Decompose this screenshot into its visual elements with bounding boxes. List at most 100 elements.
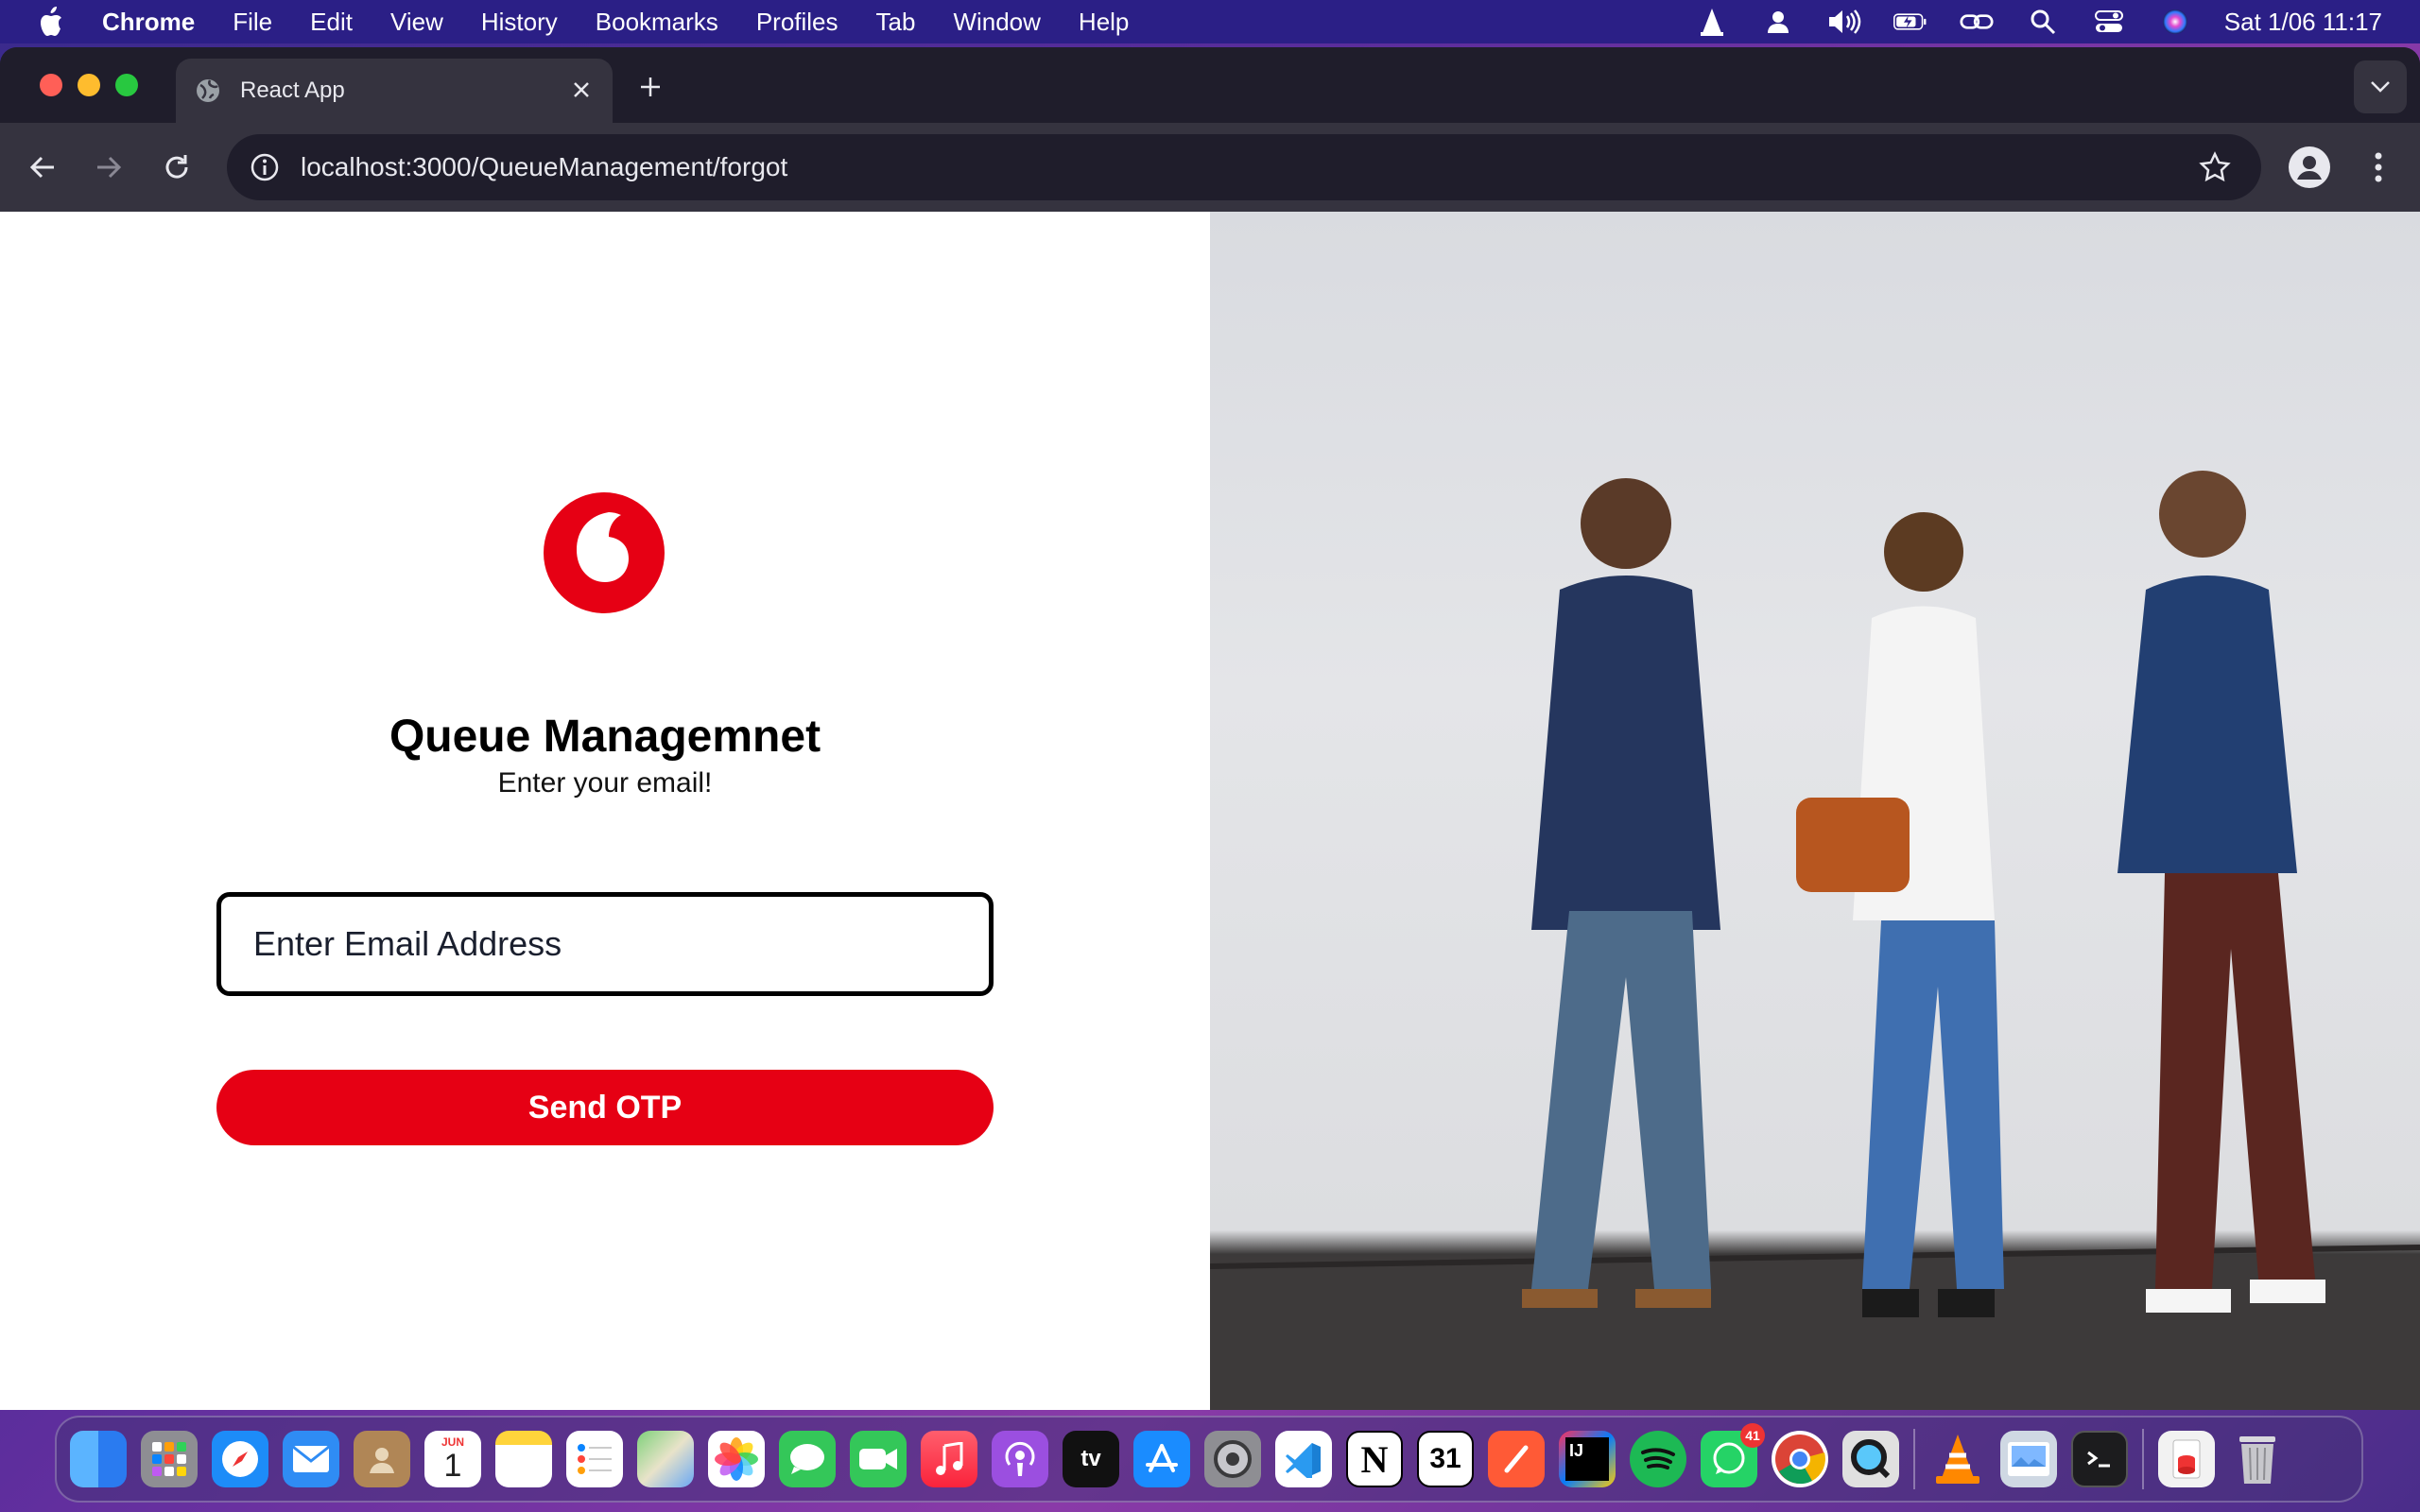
notion-calendar-day: 31 bbox=[1429, 1443, 1461, 1474]
new-tab-button[interactable] bbox=[631, 68, 669, 106]
send-otp-button[interactable]: Send OTP bbox=[216, 1070, 994, 1145]
maps-icon[interactable] bbox=[637, 1431, 694, 1487]
apple-menu-icon[interactable] bbox=[34, 6, 66, 38]
page-title: Queue Managemnet bbox=[389, 712, 821, 762]
plus-icon bbox=[641, 77, 660, 96]
hero-image bbox=[1210, 212, 2420, 1410]
calendar-month: JUN bbox=[441, 1435, 464, 1449]
reload-button[interactable] bbox=[155, 146, 199, 189]
preview-icon[interactable] bbox=[2000, 1431, 2057, 1487]
tab-search-button[interactable] bbox=[2354, 60, 2407, 113]
paw-icon[interactable] bbox=[1488, 1431, 1545, 1487]
trash-icon[interactable] bbox=[2229, 1431, 2286, 1487]
vlc-status-icon[interactable] bbox=[1695, 8, 1729, 36]
forward-button[interactable] bbox=[87, 146, 130, 189]
notion-calendar-icon[interactable]: 31 bbox=[1417, 1431, 1474, 1487]
dock-separator-2 bbox=[2142, 1429, 2144, 1489]
calendar-day: 1 bbox=[443, 1448, 462, 1484]
login-panel: Queue Managemnet Enter your email! Send … bbox=[0, 212, 1210, 1410]
back-button[interactable] bbox=[21, 146, 64, 189]
people-queue-illustration bbox=[1210, 471, 2420, 1410]
quicktime-icon[interactable] bbox=[1842, 1431, 1899, 1487]
tab-title: React App bbox=[240, 77, 345, 103]
photos-icon[interactable] bbox=[708, 1431, 765, 1487]
vlc-icon[interactable] bbox=[1929, 1431, 1986, 1487]
bookmark-star-icon[interactable] bbox=[2199, 151, 2231, 183]
browser-window: React App localhost:3000/QueueManagement… bbox=[0, 47, 2420, 1410]
close-tab-icon[interactable] bbox=[567, 76, 596, 104]
vscode-icon[interactable] bbox=[1275, 1431, 1332, 1487]
menu-tab[interactable]: Tab bbox=[876, 8, 916, 37]
menu-app-name[interactable]: Chrome bbox=[102, 8, 195, 37]
control-center-icon[interactable] bbox=[2092, 8, 2126, 36]
chevron-down-icon bbox=[2371, 81, 2390, 93]
facetime-icon[interactable] bbox=[850, 1431, 907, 1487]
menubar-status-area: Sat 1/06 11:17 bbox=[1695, 0, 2382, 43]
macos-dock: JUN 1 tv N 31 IJ 41 bbox=[55, 1416, 2363, 1503]
menu-view[interactable]: View bbox=[390, 8, 443, 37]
siri-icon[interactable] bbox=[2158, 8, 2192, 36]
close-window-button[interactable] bbox=[40, 74, 62, 96]
address-bar[interactable]: localhost:3000/QueueManagement/forgot bbox=[227, 134, 2261, 200]
spotlight-search-icon[interactable] bbox=[2026, 8, 2060, 36]
site-info-icon[interactable] bbox=[250, 152, 280, 182]
macos-menubar: Chrome File Edit View History Bookmarks … bbox=[0, 0, 2420, 43]
podcasts-icon[interactable] bbox=[992, 1431, 1048, 1487]
music-icon[interactable] bbox=[921, 1431, 977, 1487]
notes-icon[interactable] bbox=[495, 1431, 552, 1487]
link-status-icon[interactable] bbox=[1960, 8, 1994, 36]
web-page: Queue Managemnet Enter your email! Send … bbox=[0, 212, 2420, 1410]
battery-icon[interactable] bbox=[1893, 8, 1927, 36]
globe-icon bbox=[197, 79, 219, 102]
chrome-icon[interactable] bbox=[1772, 1431, 1828, 1487]
arrow-right-icon bbox=[97, 156, 122, 179]
browser-toolbar: localhost:3000/QueueManagement/forgot bbox=[0, 123, 2420, 212]
menu-bookmarks[interactable]: Bookmarks bbox=[596, 8, 718, 37]
email-input[interactable] bbox=[216, 892, 994, 996]
reload-icon bbox=[165, 155, 188, 179]
app-store-icon[interactable] bbox=[1133, 1431, 1190, 1487]
user-status-icon[interactable] bbox=[1761, 8, 1795, 36]
spotify-icon[interactable] bbox=[1630, 1431, 1686, 1487]
notion-glyph: N bbox=[1360, 1437, 1389, 1481]
menu-edit[interactable]: Edit bbox=[310, 8, 353, 37]
intellij-glyph: IJ bbox=[1569, 1441, 1584, 1460]
mail-icon[interactable] bbox=[283, 1431, 339, 1487]
terminal-icon[interactable] bbox=[2071, 1431, 2128, 1487]
contacts-icon[interactable] bbox=[354, 1431, 410, 1487]
dock-separator bbox=[1913, 1429, 1915, 1489]
apple-tv-icon[interactable]: tv bbox=[1063, 1431, 1119, 1487]
launchpad-icon[interactable] bbox=[141, 1431, 198, 1487]
minimize-window-button[interactable] bbox=[78, 74, 100, 96]
calendar-icon[interactable]: JUN 1 bbox=[424, 1431, 481, 1487]
whatsapp-badge: 41 bbox=[1740, 1423, 1765, 1448]
menu-file[interactable]: File bbox=[233, 8, 272, 37]
arrow-left-icon bbox=[29, 156, 54, 179]
intellij-icon[interactable]: IJ bbox=[1559, 1431, 1616, 1487]
system-settings-icon[interactable] bbox=[1204, 1431, 1261, 1487]
more-vertical-icon bbox=[2375, 152, 2382, 182]
person-1-figure bbox=[1522, 478, 1720, 1308]
menu-history[interactable]: History bbox=[481, 8, 558, 37]
profile-avatar-icon[interactable] bbox=[2288, 146, 2331, 189]
downloads-stack-icon[interactable] bbox=[2158, 1431, 2215, 1487]
vodafone-logo bbox=[544, 492, 665, 613]
appletv-label: tv bbox=[1080, 1446, 1101, 1471]
url-text[interactable]: localhost:3000/QueueManagement/forgot bbox=[301, 152, 787, 182]
whatsapp-icon[interactable]: 41 bbox=[1701, 1423, 1765, 1487]
menu-window[interactable]: Window bbox=[953, 8, 1040, 37]
menu-profiles[interactable]: Profiles bbox=[756, 8, 838, 37]
reminders-icon[interactable] bbox=[566, 1431, 623, 1487]
window-controls bbox=[40, 74, 138, 96]
finder-icon[interactable] bbox=[70, 1431, 127, 1487]
zoom-window-button[interactable] bbox=[115, 74, 138, 96]
tab-react-app[interactable]: React App bbox=[176, 59, 613, 123]
volume-icon[interactable] bbox=[1827, 8, 1861, 36]
menubar-clock[interactable]: Sat 1/06 11:17 bbox=[2224, 8, 2382, 37]
tab-strip: React App bbox=[0, 47, 2420, 123]
safari-icon[interactable] bbox=[212, 1431, 268, 1487]
messages-icon[interactable] bbox=[779, 1431, 836, 1487]
browser-menu-button[interactable] bbox=[2360, 146, 2397, 189]
menu-help[interactable]: Help bbox=[1079, 8, 1129, 37]
notion-icon[interactable]: N bbox=[1346, 1431, 1403, 1487]
